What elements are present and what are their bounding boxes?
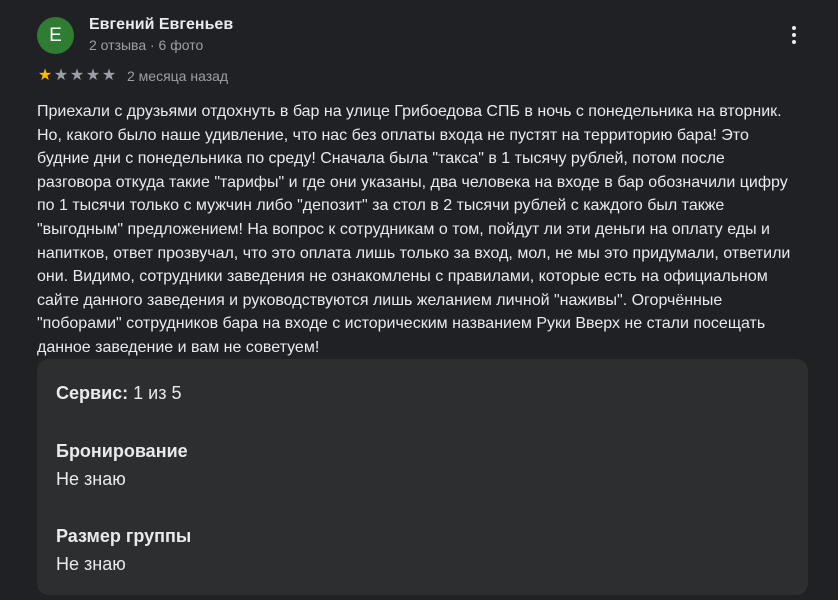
star-icon: ★ [85, 67, 101, 84]
group-size-label: Размер группы [56, 526, 192, 546]
avatar[interactable]: Е [37, 17, 74, 54]
service-value: 1 из 5 [133, 383, 182, 403]
review-date: 2 месяца назад [127, 68, 229, 84]
star-icon: ★ [101, 67, 117, 84]
star-icon: ★ [37, 67, 53, 84]
service-rating: Сервис: 1 из 5 [56, 383, 182, 404]
author-meta: 2 отзыва · 6 фото [89, 37, 204, 53]
booking-value: Не знаю [56, 469, 126, 489]
rating-row: ★ ★ ★ ★ ★ 2 месяца назад [37, 66, 228, 86]
star-icon: ★ [53, 67, 69, 84]
group-size-value: Не знаю [56, 554, 126, 574]
star-icon: ★ [69, 67, 85, 84]
review-card: Е Евгений Евгеньев 2 отзыва · 6 фото ★ ★ ★… [0, 0, 838, 600]
more-vert-icon[interactable] [784, 24, 804, 48]
review-text: Приехали с друзьями отдохнуть в бар на у… [37, 103, 791, 356]
group-size-attribute: Размер группы Не знаю [56, 522, 191, 578]
booking-attribute: Бронирование Не знаю [56, 437, 188, 493]
service-label: Сервис: [56, 383, 129, 403]
booking-label: Бронирование [56, 441, 188, 461]
author-name[interactable]: Евгений Евгеньев [89, 16, 233, 34]
review-attributes: Сервис: 1 из 5 Бронирование Не знаю Разм… [37, 359, 808, 595]
star-rating: ★ ★ ★ ★ ★ [37, 66, 117, 86]
